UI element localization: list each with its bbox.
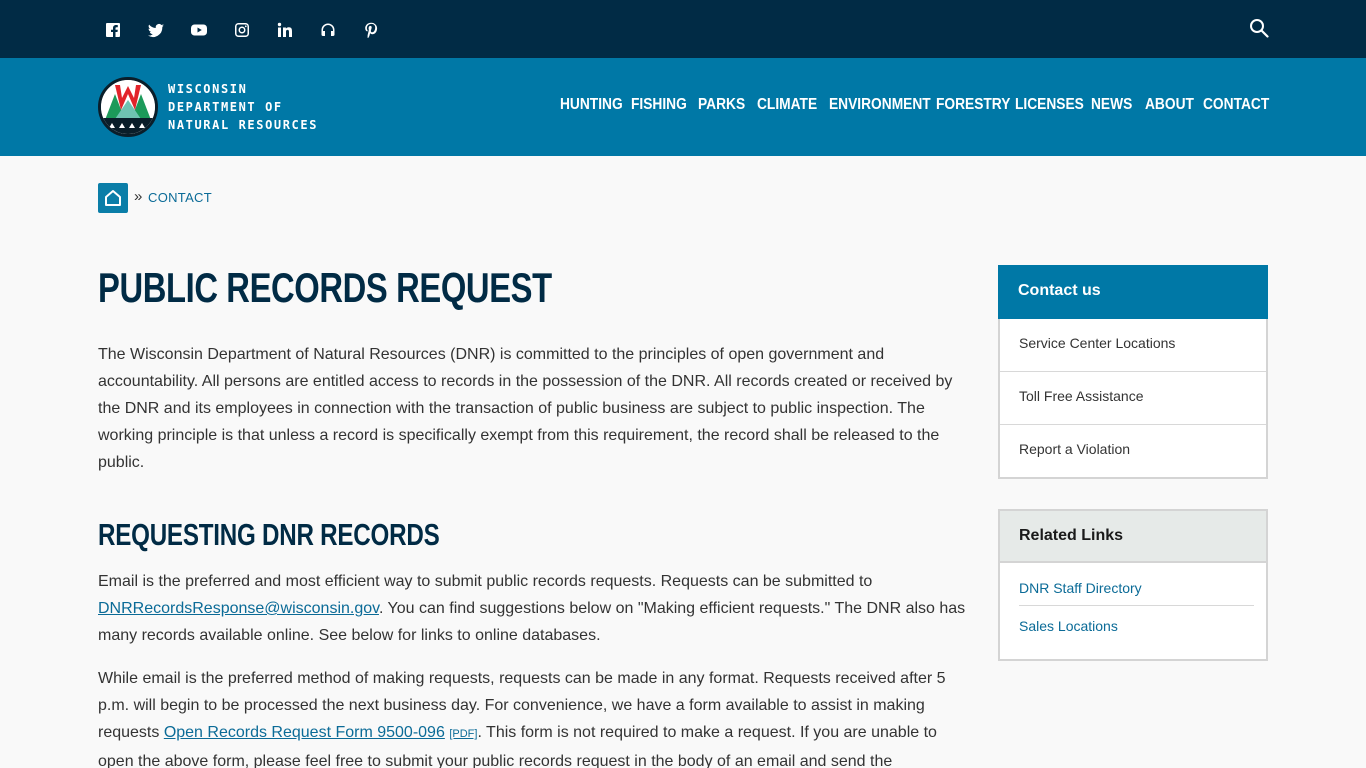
nav-contact[interactable]: CONTACT [1203,96,1269,114]
podcast-icon[interactable] [318,20,338,40]
dnr-logo[interactable] [98,77,158,137]
sidebar-item-report-violation[interactable]: Report a Violation [1000,425,1266,478]
logo-line: WISCONSIN [168,82,248,96]
logo-line: DEPARTMENT OF [168,100,283,114]
nav-hunting[interactable]: HUNTING [560,96,623,114]
breadcrumb-separator: » [134,188,143,205]
intro-paragraph: The Wisconsin Department of Natural Reso… [98,346,953,471]
main-header: WISCONSIN DEPARTMENT OF NATURAL RESOURCE… [0,58,1366,156]
related-link-staff-directory[interactable]: DNR Staff Directory [1019,563,1254,606]
nav-news[interactable]: NEWS [1091,96,1132,114]
nav-parks[interactable]: PARKS [698,96,745,114]
breadcrumb-contact-link[interactable]: CONTACT [148,190,212,205]
section-title: REQUESTING DNR RECORDS [98,517,440,552]
home-icon [105,190,121,206]
facebook-icon[interactable] [103,20,123,40]
sidebar-item-service-center[interactable]: Service Center Locations [1000,319,1266,372]
records-email-link[interactable]: DNRRecordsResponse@wisconsin.gov [98,600,379,617]
related-link-sales-locations[interactable]: Sales Locations [1019,606,1254,649]
nav-about[interactable]: ABOUT [1145,96,1194,114]
email-text-before: Email is the preferred and most efficien… [98,573,873,590]
nav-fishing[interactable]: FISHING [631,96,687,114]
format-paragraph: While email is the preferred method of m… [98,665,968,768]
linkedin-icon[interactable] [275,20,295,40]
social-bar [0,0,1366,58]
nav-environment[interactable]: ENVIRONMENT [829,96,931,114]
nav-climate[interactable]: CLIMATE [757,96,817,114]
email-paragraph: Email is the preferred and most efficien… [98,568,968,649]
dnr-logo-graphic [101,80,155,134]
records-form-link[interactable]: Open Records Request Form 9500-096 [164,724,445,741]
breadcrumb-home-button[interactable] [98,183,128,213]
contact-us-box: Contact us Service Center Locations Toll… [998,265,1268,479]
page-title: PUBLIC RECORDS REQUEST [98,264,552,311]
nav-forestry[interactable]: FORESTRY [936,96,1010,114]
twitter-icon[interactable] [146,20,166,40]
instagram-icon[interactable] [232,20,252,40]
youtube-icon[interactable] [189,20,209,40]
contact-us-heading: Contact us [998,265,1268,319]
related-links-box: Related Links DNR Staff Directory Sales … [998,509,1268,661]
related-links-heading: Related Links [1000,511,1266,563]
pdf-badge[interactable]: [PDF] [449,728,477,740]
logo-line: NATURAL RESOURCES [168,118,319,132]
pinterest-icon[interactable] [361,20,381,40]
nav-licenses[interactable]: LICENSES [1015,96,1084,114]
sidebar-item-toll-free[interactable]: Toll Free Assistance [1000,372,1266,425]
search-icon[interactable] [1249,18,1271,40]
logo-text[interactable]: WISCONSIN DEPARTMENT OF NATURAL RESOURCE… [168,80,318,134]
